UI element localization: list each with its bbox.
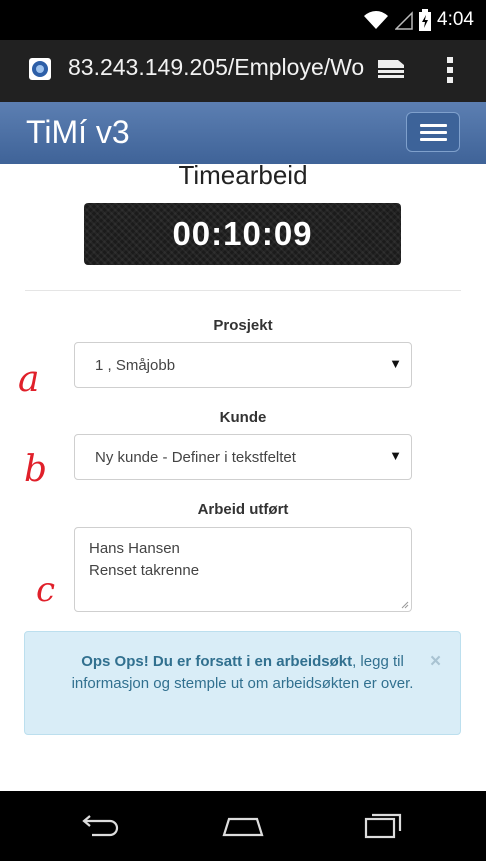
recents-icon[interactable]	[362, 807, 406, 841]
dropdown-arrow-icon: ▼	[389, 356, 402, 371]
back-icon[interactable]	[80, 807, 124, 841]
url-field[interactable]: 83.243.149.205/Employe/Wo	[68, 54, 364, 81]
status-time: 4:04	[437, 9, 474, 30]
annotation-a: a	[18, 359, 40, 400]
work-done-label: Arbeid utført	[197, 501, 289, 518]
status-bar: 4:04	[0, 0, 486, 40]
page-title: Timearbeid	[178, 160, 308, 190]
tabs-icon[interactable]	[376, 56, 406, 82]
home-icon[interactable]	[221, 807, 265, 841]
project-select[interactable]: 1 , Småjobb ▼	[74, 342, 412, 388]
work-line: Renset takrenne	[89, 562, 200, 579]
close-icon[interactable]: ×	[430, 651, 441, 673]
overflow-menu-icon[interactable]	[446, 56, 454, 84]
work-done-textarea[interactable]: Hans Hansen Renset takrenne	[74, 527, 412, 612]
customer-select[interactable]: Ny kunde - Definer i tekstfeltet ▼	[74, 434, 412, 480]
project-select-value: 1 , Småjobb	[95, 357, 176, 374]
work-line: Hans Hansen	[89, 540, 180, 557]
dropdown-arrow-icon: ▼	[389, 448, 402, 463]
battery-icon	[419, 9, 432, 31]
status-icons: 4:04	[363, 8, 474, 32]
divider	[25, 290, 461, 291]
signal-icon	[395, 11, 413, 30]
annotation-c: c	[36, 570, 56, 610]
customer-label: Kunde	[219, 409, 267, 426]
resize-grip-icon[interactable]	[401, 601, 409, 609]
favicon-icon	[29, 58, 51, 80]
annotation-b: b	[24, 449, 48, 490]
alert-strong-text: Ops Ops! Du er forsatt i en arbeidsøkt	[81, 653, 353, 670]
wifi-icon	[364, 11, 389, 29]
customer-select-value: Ny kunde - Definer i tekstfeltet	[95, 449, 296, 466]
app-brand[interactable]: TiMí v3	[26, 114, 130, 151]
project-label: Prosjekt	[213, 317, 273, 334]
hamburger-icon[interactable]	[406, 112, 460, 152]
info-alert: Ops Ops! Du er forsatt i en arbeidsøkt, …	[24, 631, 461, 735]
work-timer: 00:10:09	[84, 203, 401, 265]
